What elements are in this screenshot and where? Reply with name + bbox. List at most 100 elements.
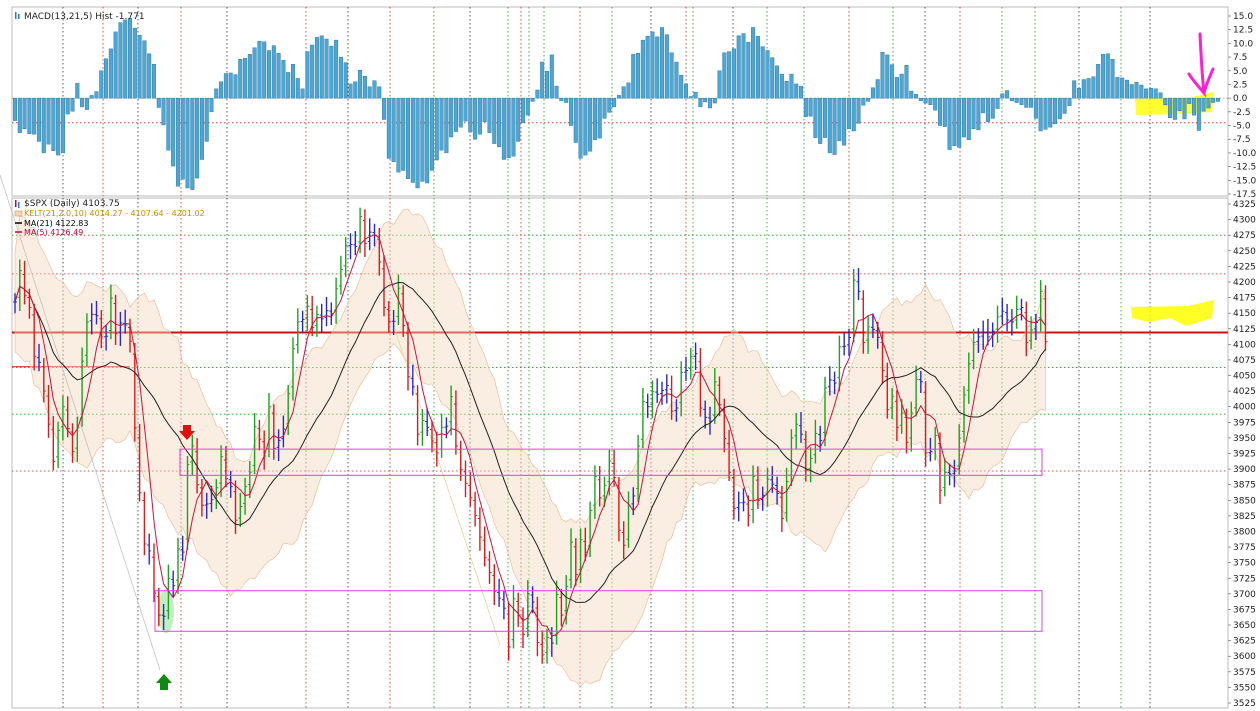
macd-hist-bar [233, 74, 238, 99]
macd-hist-bar [118, 22, 123, 99]
macd-hist-bar [257, 40, 262, 99]
macd-hist-bar [1110, 59, 1115, 99]
macd-hist-bar [1000, 93, 1005, 99]
macd-hist-bar [113, 31, 118, 99]
macd-hist-bar [247, 54, 252, 99]
macd-tick-label: 7.5 [1233, 53, 1247, 63]
kelt-legend-text: KELT(21,2.0,10) 4014.27 - 4107.64 - 4201… [24, 209, 205, 218]
macd-hist-bar [890, 64, 895, 99]
macd-hist-bar [842, 97, 847, 146]
macd-hist-bar [506, 97, 511, 159]
macd-hist-bar [1158, 92, 1163, 99]
price-tick-label: 3750 [1233, 559, 1256, 569]
macd-hist-bar [794, 83, 799, 99]
macd-hist-bar [1086, 78, 1091, 99]
macd-hist-bar [568, 97, 573, 126]
macd-hist-bar [362, 76, 367, 99]
macd-hist-bar [1043, 97, 1048, 130]
macd-hist-bar [99, 70, 104, 99]
price-tick-label: 3725 [1233, 574, 1256, 584]
macd-hist-bar [1024, 97, 1029, 108]
macd-hist-bar [51, 97, 56, 151]
macd-hist-bar [894, 77, 899, 99]
macd-hist-bar [401, 97, 406, 171]
macd-hist-bar [406, 97, 410, 179]
macd-hist-bar [674, 61, 679, 99]
macd-hist-bar [1120, 77, 1125, 99]
macd-hist-bar [957, 97, 962, 148]
macd-hist-bar [314, 37, 319, 99]
macd-hist-bar [885, 54, 890, 99]
macd-hist-bar [540, 61, 545, 99]
macd-tick-label: 12.5 [1233, 26, 1253, 36]
macd-hist-bar [32, 97, 37, 135]
macd-hist-bar [818, 97, 823, 144]
macd-hist-bar [525, 97, 530, 116]
macd-hist-bar [875, 79, 880, 99]
macd-hist-bar [1153, 88, 1158, 99]
macd-hist-bar [985, 97, 990, 122]
macd-hist-bar [660, 27, 665, 99]
macd-hist-bar [554, 85, 559, 99]
macd-hist-bar [219, 81, 224, 99]
macd-hist-bar [243, 57, 248, 99]
price-tick-label: 3825 [1233, 512, 1256, 522]
macd-hist-bar [271, 45, 276, 99]
macd-hist-bar [391, 97, 396, 162]
macd-tick-label: -2.5 [1233, 108, 1251, 118]
macd-hist-bar [238, 59, 243, 99]
macd-hist-bar [295, 78, 300, 99]
macd-hist-bar [1206, 97, 1211, 109]
macd-hist-bar [616, 95, 621, 99]
price-tick-label: 4050 [1233, 372, 1256, 382]
macd-hist-bar [952, 97, 957, 147]
price-tick-label: 3850 [1233, 496, 1256, 506]
macd-tick-label: 15.0 [1233, 12, 1253, 22]
macd-hist-bar [1105, 53, 1110, 99]
macd-hist-bar [444, 97, 449, 154]
macd-hist-bar [329, 45, 334, 99]
macd-hist-bar [415, 97, 420, 189]
price-tick-label: 3675 [1233, 605, 1256, 615]
price-tick-label: 3925 [1233, 450, 1256, 460]
price-tick-label: 4175 [1233, 294, 1256, 304]
price-title: $SPX (Daily) 4103.75 [24, 199, 120, 209]
macd-hist-bar [703, 97, 708, 103]
macd-hist-bar [1072, 80, 1077, 99]
macd-hist-bar [1057, 97, 1062, 120]
macd-hist-bar [338, 56, 343, 99]
macd-hist-bar [1211, 97, 1216, 103]
macd-hist-bar [171, 97, 176, 167]
price-tick-label: 3525 [1233, 699, 1256, 709]
macd-hist-bar [789, 73, 794, 99]
price-tick-label: 4075 [1233, 356, 1256, 366]
price-tick-label: 4250 [1233, 247, 1256, 257]
macd-hist-bar [736, 35, 741, 99]
macd-hist-bar [1077, 88, 1081, 99]
macd-hist-bar [1168, 97, 1173, 119]
macd-hist-bar [449, 97, 454, 138]
macd-hist-bar [938, 97, 943, 126]
macd-hist-bar [89, 95, 94, 99]
macd-hist-bar [151, 63, 156, 99]
macd-hist-bar [1172, 97, 1177, 120]
macd-hist-bar [545, 71, 550, 99]
macd-hist-bar [41, 97, 46, 154]
macd-hist-bar [1134, 82, 1139, 99]
macd-hist-bar [631, 54, 636, 99]
macd-hist-bar [1048, 97, 1053, 128]
macd-hist-bar [1096, 63, 1101, 99]
macd-hist-bar [775, 65, 780, 99]
price-tick-label: 4025 [1233, 387, 1256, 397]
macd-hist-bar [813, 97, 818, 138]
macd-hist-bar [223, 73, 228, 99]
macd-hist-bar [137, 34, 142, 99]
macd-hist-bar [1177, 97, 1182, 111]
macd-hist-bar [429, 97, 434, 171]
macd-hist-bar [808, 97, 813, 117]
macd-hist-bar [866, 97, 871, 102]
macd-hist-bar [650, 31, 655, 99]
price-tick-label: 4275 [1233, 231, 1256, 241]
price-tick-label: 3775 [1233, 543, 1256, 553]
macd-hist-bar [262, 41, 267, 99]
